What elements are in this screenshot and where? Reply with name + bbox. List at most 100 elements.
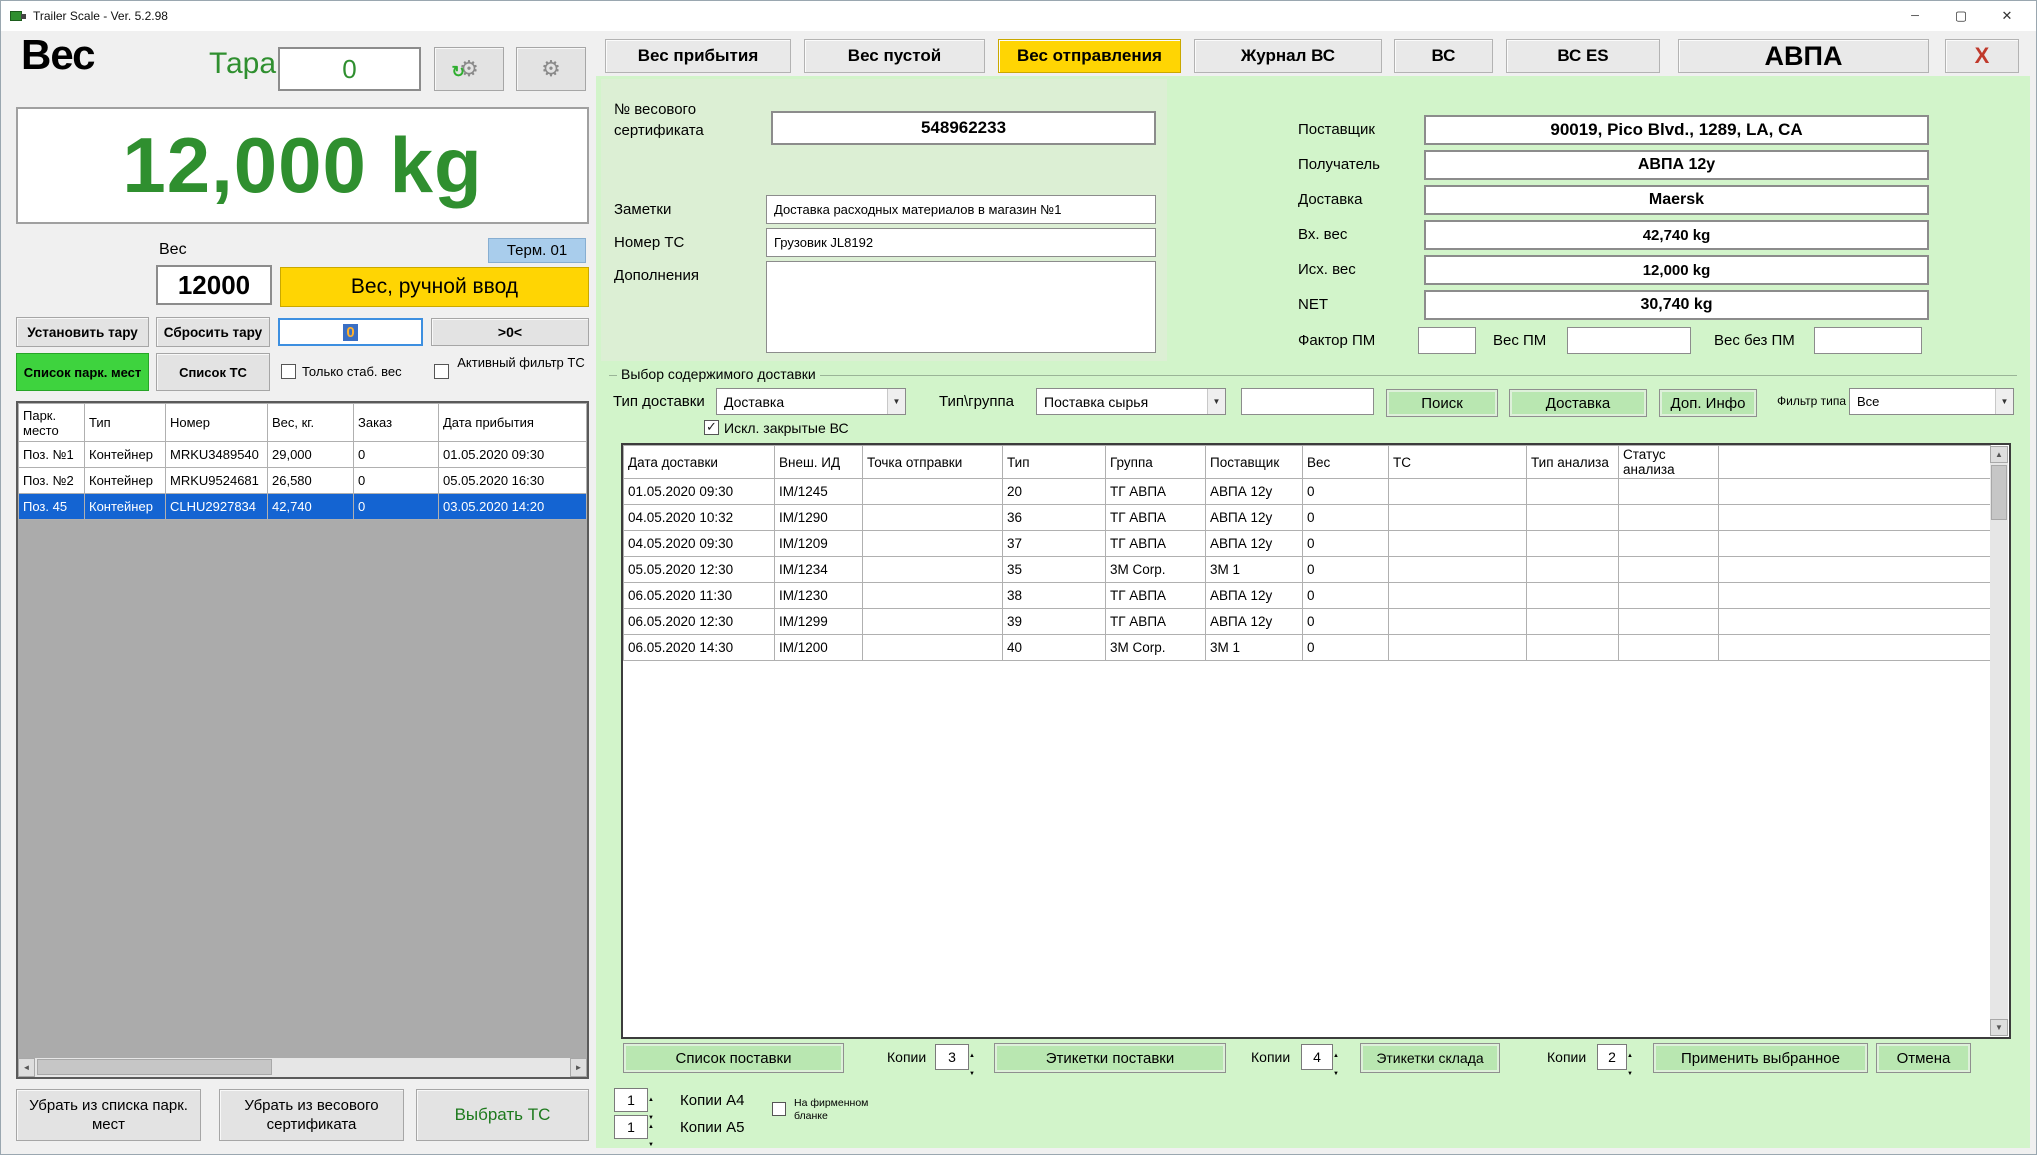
delivery-labels-button[interactable]: Этикетки поставки	[994, 1043, 1226, 1073]
pm-factor-field[interactable]	[1418, 327, 1476, 354]
supplier-field[interactable]: 90019, Pico Blvd., 1289, LA, CA	[1424, 115, 1929, 145]
set-tare-button[interactable]: Установить тару	[16, 317, 149, 347]
tab-vs-es[interactable]: ВС ES	[1506, 39, 1660, 73]
search-button[interactable]: Поиск	[1386, 389, 1498, 417]
parking-list-button[interactable]: Список парк. мест	[16, 353, 149, 391]
spin-down-icon[interactable]	[1333, 1062, 1349, 1080]
copies-stepper-1[interactable]: 3	[935, 1044, 985, 1070]
delivery-type-select[interactable]: Доставка	[716, 388, 906, 415]
stable-only-checkbox[interactable]	[281, 364, 296, 379]
copies-a4-stepper[interactable]: 1	[614, 1088, 664, 1112]
tab-close[interactable]: X	[1945, 39, 2019, 73]
table-row[interactable]: 06.05.2020 12:30 IM/1299 39 ТГ АВПА АВПА…	[624, 609, 1991, 635]
table-row[interactable]: Поз. №2 Контейнер MRKU9524681 26,580 0 0…	[19, 468, 587, 494]
copies-stepper-3[interactable]: 2	[1597, 1044, 1643, 1070]
spin-up-icon[interactable]	[1333, 1044, 1349, 1062]
scroll-right-icon[interactable]	[570, 1058, 587, 1077]
additions-field[interactable]	[766, 261, 1156, 353]
delivery-field[interactable]: Maersk	[1424, 185, 1929, 215]
manual-weight-button[interactable]: Вес, ручной ввод	[280, 267, 589, 307]
copies-a5-stepper[interactable]: 1	[614, 1115, 664, 1139]
vehicle-number-field[interactable]: Грузовик JL8192	[766, 228, 1156, 257]
notes-field[interactable]: Доставка расходных материалов в магазин …	[766, 195, 1156, 224]
select-vehicle-button[interactable]: Выбрать ТС	[416, 1089, 589, 1141]
vehicle-list-button[interactable]: Список ТС	[156, 353, 270, 391]
supplier-value: 90019, Pico Blvd., 1289, LA, CA	[1550, 120, 1802, 140]
tare-field[interactable]: 0	[278, 47, 421, 91]
terminal-badge: Терм. 01	[488, 238, 586, 263]
exclude-closed-checkbox[interactable]	[704, 420, 719, 435]
spin-up-icon[interactable]	[1627, 1044, 1643, 1062]
cell	[1719, 635, 1991, 661]
chevron-down-icon[interactable]	[1207, 389, 1225, 414]
additional-info-button[interactable]: Доп. Инфо	[1659, 389, 1757, 417]
reset-tare-button[interactable]: Сбросить тару	[156, 317, 270, 347]
remove-certificate-button[interactable]: Убрать из весового сертификата	[219, 1089, 404, 1141]
scroll-up-icon[interactable]	[1990, 446, 2008, 463]
maximize-icon[interactable]	[1938, 1, 1984, 31]
certificate-number-field[interactable]: 548962233	[771, 111, 1156, 145]
remove-parking-button[interactable]: Убрать из списка парк. мест	[16, 1089, 201, 1141]
cancel-button[interactable]: Отмена	[1876, 1043, 1971, 1073]
copies-a4-label: Копии А4	[680, 1092, 744, 1109]
tab-vs[interactable]: ВС	[1394, 39, 1493, 73]
apply-selected-button[interactable]: Применить выбранное	[1653, 1043, 1868, 1073]
col-order: Заказ	[354, 404, 439, 442]
settings-button[interactable]	[516, 47, 586, 91]
table-row[interactable]: 04.05.2020 10:32 IM/1290 36 ТГ АВПА АВПА…	[624, 505, 1991, 531]
close-icon[interactable]	[1984, 1, 2030, 31]
table-row[interactable]: 05.05.2020 12:30 IM/1234 35 3M Corp. 3M …	[624, 557, 1991, 583]
cell: Поз. 45	[19, 494, 85, 520]
table-row[interactable]: 06.05.2020 14:30 IM/1200 40 3M Corp. 3M …	[624, 635, 1991, 661]
zero-button[interactable]: >0<	[431, 318, 589, 346]
tab-empty-weight[interactable]: Вес пустой	[804, 39, 985, 73]
table-row[interactable]: 06.05.2020 11:30 IM/1230 38 ТГ АВПА АВПА…	[624, 583, 1991, 609]
scrollbar-thumb[interactable]	[37, 1059, 272, 1075]
net-field[interactable]: 30,740 kg	[1424, 290, 1929, 320]
weight-field[interactable]: 12000	[156, 265, 272, 305]
delivery-button[interactable]: Доставка	[1509, 389, 1647, 417]
spin-down-icon[interactable]	[648, 1133, 664, 1151]
tab-journal[interactable]: Журнал ВС	[1194, 39, 1382, 73]
scroll-left-icon[interactable]	[18, 1058, 35, 1077]
receiver-field[interactable]: АВПА 12у	[1424, 150, 1929, 180]
search-input[interactable]	[1241, 388, 1374, 415]
cell: 01.05.2020 09:30	[624, 479, 775, 505]
no-pm-weight-field[interactable]	[1814, 327, 1922, 354]
vertical-scrollbar[interactable]	[1990, 446, 2008, 1036]
scroll-down-icon[interactable]	[1990, 1019, 2008, 1036]
table-row[interactable]: Поз. №1 Контейнер MRKU3489540 29,000 0 0…	[19, 442, 587, 468]
table-row[interactable]: 01.05.2020 09:30 IM/1245 20 ТГ АВПА АВПА…	[624, 479, 1991, 505]
spin-up-icon[interactable]	[648, 1088, 664, 1106]
cell	[863, 479, 1003, 505]
spin-up-icon[interactable]	[969, 1044, 985, 1062]
in-weight-field[interactable]: 42,740 kg	[1424, 220, 1929, 250]
calibration-button[interactable]	[434, 47, 504, 91]
chevron-down-icon[interactable]	[1995, 389, 2013, 414]
tab-avpa[interactable]: АВПА	[1678, 39, 1929, 73]
tare-input[interactable]: 0	[278, 318, 423, 346]
horizontal-scrollbar[interactable]	[18, 1058, 587, 1077]
scrollbar-thumb[interactable]	[1991, 465, 2007, 520]
spin-down-icon[interactable]	[969, 1062, 985, 1080]
type-filter-select[interactable]: Все	[1849, 388, 2014, 415]
copies-stepper-2[interactable]: 4	[1301, 1044, 1349, 1070]
spin-down-icon[interactable]	[1627, 1062, 1643, 1080]
minimize-icon[interactable]	[1892, 1, 1938, 31]
tab-departure-weight[interactable]: Вес отправления	[998, 39, 1181, 73]
table-row[interactable]: 04.05.2020 09:30 IM/1209 37 ТГ АВПА АВПА…	[624, 531, 1991, 557]
tab-arrival-weight[interactable]: Вес прибытия	[605, 39, 791, 73]
cell	[1619, 583, 1719, 609]
delivery-list-button[interactable]: Список поставки	[623, 1043, 844, 1073]
chevron-down-icon[interactable]	[887, 389, 905, 414]
table-row-selected[interactable]: Поз. 45 Контейнер CLHU2927834 42,740 0 0…	[19, 494, 587, 520]
cell	[863, 583, 1003, 609]
type-group-select[interactable]: Поставка сырья	[1036, 388, 1226, 415]
vehicle-number-label: Номер ТС	[614, 234, 684, 251]
out-weight-field[interactable]: 12,000 kg	[1424, 255, 1929, 285]
pm-weight-field[interactable]	[1567, 327, 1691, 354]
warehouse-labels-button[interactable]: Этикетки склада	[1360, 1043, 1500, 1073]
letterhead-checkbox[interactable]	[772, 1102, 786, 1116]
active-filter-checkbox[interactable]	[434, 364, 449, 379]
spin-up-icon[interactable]	[648, 1115, 664, 1133]
